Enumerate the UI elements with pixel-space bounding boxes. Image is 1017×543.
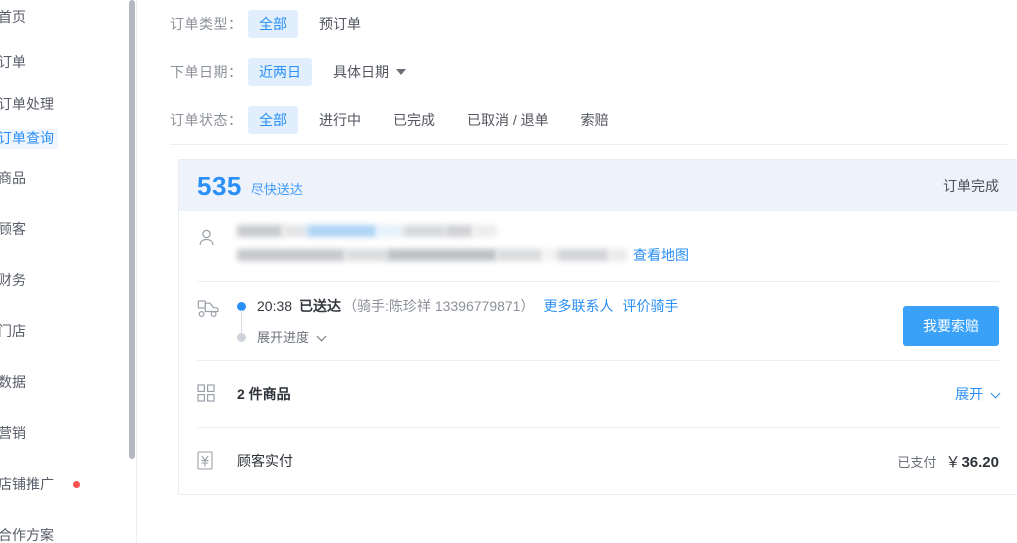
order-goods-row: 2 件商品 展开 <box>179 361 1017 427</box>
filter-option-status-cancelled-refunded[interactable]: 已取消 / 退单 <box>456 106 560 134</box>
order-delivery-type: 尽快送达 <box>250 182 303 197</box>
timeline-dot-muted-icon <box>237 333 246 342</box>
sidebar-item-marketing[interactable]: 营销 <box>0 420 136 448</box>
filter-row-order-status: 订单状态： 全部 进行中 已完成 已取消 / 退单 索赔 <box>170 96 1017 144</box>
expand-progress-label: 展开进度 <box>257 330 310 345</box>
yen-box-icon <box>197 428 237 494</box>
filter-option-order-type-preorder[interactable]: 预订单 <box>308 10 372 38</box>
filter-option-status-inprogress[interactable]: 进行中 <box>308 106 372 134</box>
sidebar-item-customers[interactable]: 顾客 <box>0 216 136 244</box>
chevron-down-icon <box>990 388 1001 399</box>
payment-label: 顾客实付 <box>237 453 293 469</box>
delivery-timeline-expand[interactable]: 展开进度 <box>237 327 999 346</box>
sidebar-item-label: 首页 <box>0 8 26 25</box>
sidebar-item-goods[interactable]: 商品 <box>0 165 136 193</box>
order-card: 535 尽快送达 订单完成 查看地图 20:38 已送达 （骑手:陈珍祥 133… <box>178 159 1017 495</box>
sidebar-item-label: 门店 <box>0 322 26 339</box>
more-contacts-link[interactable]: 更多联系人 <box>543 298 613 314</box>
chevron-down-icon <box>396 69 406 75</box>
order-day-sequence: 535 <box>197 170 242 201</box>
view-map-link[interactable]: 查看地图 <box>633 245 689 265</box>
payment-summary: 顾客实付 已支付 ￥36.20 <box>237 428 999 494</box>
delivery-time: 20:38 <box>257 298 293 314</box>
notification-dot-icon <box>73 480 80 488</box>
customer-info: 查看地图 <box>237 211 999 281</box>
sidebar-item-cooperation-plan[interactable]: 合作方案 <box>0 522 136 543</box>
filter-label-order-status: 订单状态： <box>170 112 243 128</box>
payment-amount-value: 36.20 <box>961 453 999 471</box>
delivery-info: 20:38 已送达 （骑手:陈珍祥 13396779871） 更多联系人 评价骑手 展开… <box>237 282 999 360</box>
order-state-text: 订单完成 <box>943 177 999 194</box>
date-picker-label: 具体日期 <box>333 64 389 80</box>
sidebar-item-label: 商品 <box>0 169 26 186</box>
sidebar-scrollbar-thumb[interactable] <box>129 0 135 459</box>
order-customer-row: 查看地图 <box>179 211 1017 281</box>
sidebar-item-label: 订单 <box>0 53 26 70</box>
sidebar-item-label: 店铺推广 <box>0 475 54 492</box>
sidebar-item-label: 财务 <box>0 271 26 288</box>
sidebar-item-label: 订单处理 <box>0 95 54 112</box>
order-delivery-row: 20:38 已送达 （骑手:陈珍祥 13396779871） 更多联系人 评价骑手 展开… <box>179 282 1017 360</box>
rate-rider-link[interactable]: 评价骑手 <box>622 298 678 314</box>
order-card-header: 535 尽快送达 订单完成 <box>179 160 1017 211</box>
customer-address-redacted: 查看地图 <box>237 245 999 265</box>
filter-option-status-claim[interactable]: 索赔 <box>570 106 620 134</box>
sidebar-item-order-query[interactable]: 订单查询 <box>0 125 136 153</box>
delivery-status-text: 20:38 已送达 （骑手:陈珍祥 13396779871） 更多联系人 评价骑手 <box>257 296 678 316</box>
sidebar: 首页 订单 订单处理 订单查询 商品 顾客 财务 门店 数据 营销 店铺推广 合… <box>0 0 137 543</box>
customer-name-redacted <box>237 225 999 237</box>
goods-summary: 2 件商品 展开 <box>237 361 1001 427</box>
filter-row-order-type: 订单类型： 全部 预订单 <box>170 0 1017 48</box>
sidebar-item-stores[interactable]: 门店 <box>0 318 136 346</box>
sidebar-item-label: 数据 <box>0 373 26 390</box>
payment-amount: ￥36.20 <box>945 451 999 472</box>
sidebar-item-label: 顾客 <box>0 220 26 237</box>
filter-option-order-date-recent[interactable]: 近两日 <box>248 58 312 86</box>
filter-option-order-type-all[interactable]: 全部 <box>248 10 298 38</box>
sidebar-item-data[interactable]: 数据 <box>0 369 136 397</box>
sidebar-item-finance[interactable]: 财务 <box>0 267 136 295</box>
filter-row-order-date: 下单日期： 近两日 具体日期 <box>170 48 1017 96</box>
order-payment-row: 顾客实付 已支付 ￥36.20 <box>179 428 1017 494</box>
rider-info: （骑手:陈珍祥 13396779871） <box>343 298 535 314</box>
sidebar-nav-list: 首页 订单 订单处理 订单查询 商品 顾客 财务 门店 数据 营销 店铺推广 合… <box>0 4 136 543</box>
sidebar-item-home[interactable]: 首页 <box>0 4 136 32</box>
filter-label-order-type: 订单类型： <box>170 16 243 32</box>
delivery-timeline-current: 20:38 已送达 （骑手:陈珍祥 13396779871） 更多联系人 评价骑手 <box>237 296 999 334</box>
chevron-down-icon <box>316 331 327 342</box>
app-root: 首页 订单 订单处理 订单查询 商品 顾客 财务 门店 数据 营销 店铺推广 合… <box>0 0 1017 543</box>
sidebar-item-shop-promotion[interactable]: 店铺推广 <box>0 471 136 499</box>
sidebar-item-label: 合作方案 <box>0 526 54 543</box>
customer-icon <box>197 211 237 281</box>
expand-progress-toggle[interactable]: 展开进度 <box>257 327 327 346</box>
order-list: 535 尽快送达 订单完成 查看地图 20:38 已送达 （骑手:陈珍祥 133… <box>137 145 1017 495</box>
payment-status: 已支付 <box>897 454 937 470</box>
filter-option-order-date-specific[interactable]: 具体日期 <box>322 58 417 86</box>
currency-symbol: ￥ <box>945 453 961 471</box>
goods-grid-icon <box>197 361 237 427</box>
filter-label-order-date: 下单日期： <box>170 64 243 80</box>
delivery-status: 已送达 <box>299 298 342 314</box>
goods-expand-toggle[interactable]: 展开 <box>955 384 1001 404</box>
sidebar-item-order-processing[interactable]: 订单处理 <box>0 91 136 119</box>
filter-panel: 订单类型： 全部 预订单 下单日期： 近两日 具体日期 订单状态： 全部 进行中… <box>137 0 1017 145</box>
sidebar-item-label: 营销 <box>0 424 26 441</box>
goods-count-label: 2 件商品 <box>237 386 291 402</box>
goods-expand-label: 展开 <box>955 386 984 402</box>
scooter-icon <box>197 282 237 360</box>
filter-option-status-all[interactable]: 全部 <box>248 106 298 134</box>
main-content: 订单类型： 全部 预订单 下单日期： 近两日 具体日期 订单状态： 全部 进行中… <box>137 0 1017 543</box>
sidebar-item-label: 订单查询 <box>0 128 58 150</box>
claim-button[interactable]: 我要索赔 <box>903 306 999 346</box>
filter-option-status-completed[interactable]: 已完成 <box>382 106 446 134</box>
sidebar-item-orders[interactable]: 订单 <box>0 49 136 77</box>
